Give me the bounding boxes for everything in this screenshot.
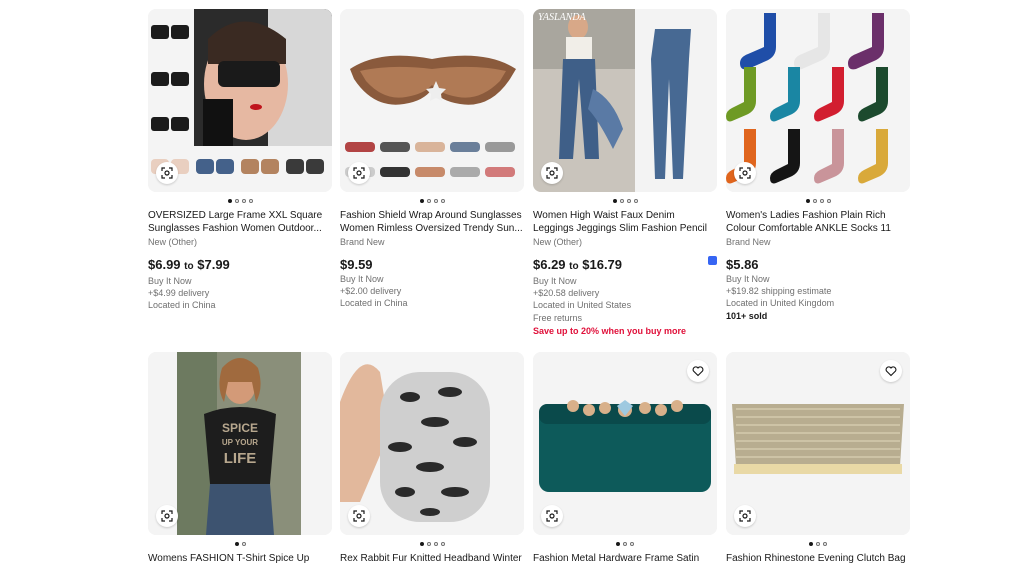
listing-title[interactable]: Fashion Metal Hardware Frame Satin Clutc… (533, 552, 717, 563)
listing-title[interactable]: Women's Ladies Fashion Plain Rich Colour… (726, 209, 910, 235)
camera-search-icon[interactable] (541, 505, 563, 527)
listing-card[interactable]: Rex Rabbit Fur Knitted Headband Winter (340, 352, 524, 563)
listing-promo[interactable]: Save up to 20% when you buy more (533, 325, 717, 337)
listing-price: $9.59 (340, 257, 373, 272)
listing-card[interactable]: OVERSIZED Large Frame XXL Square Sunglas… (148, 9, 332, 311)
image-carousel-dots[interactable] (533, 539, 717, 549)
listing-delivery: +$4.99 delivery (148, 288, 210, 298)
rhinestone-clutch-photo (726, 352, 910, 535)
shirt-print-text-2: UP YOUR (222, 438, 258, 447)
shirt-print-text-1: SPICE (222, 421, 258, 435)
denim-leggings-photo: YASLANDA (533, 9, 717, 192)
sponsored-badge-icon (708, 256, 717, 265)
listing-title[interactable]: Fashion Rhinestone Evening Clutch Bag (726, 552, 910, 563)
listing-condition: Brand New (726, 237, 771, 247)
camera-search-icon[interactable] (541, 162, 563, 184)
listing-title[interactable]: Womens FASHION T-Shirt Spice Up Your (148, 552, 332, 563)
image-carousel-dots[interactable] (340, 196, 524, 206)
listing-card[interactable]: Women's Ladies Fashion Plain Rich Colour… (726, 9, 910, 322)
listing-image[interactable] (533, 352, 717, 535)
image-carousel-dots[interactable] (726, 196, 910, 206)
listing-image[interactable] (340, 9, 524, 192)
listing-title[interactable]: Rex Rabbit Fur Knitted Headband Winter (340, 552, 524, 563)
camera-search-icon[interactable] (348, 505, 370, 527)
listing-sold-count: 101+ sold (726, 311, 768, 321)
listing-format: Buy It Now (148, 276, 192, 286)
satin-clutch-photo (533, 352, 717, 535)
listing-format: Buy It Now (726, 274, 770, 284)
listing-format: Buy It Now (340, 274, 384, 284)
listing-card[interactable]: YASLANDA Women High Waist Faux Denim Leg… (533, 9, 717, 337)
listing-location: Located in United States (533, 300, 632, 310)
listing-card[interactable]: Fashion Shield Wrap Around Sunglasses Wo… (340, 9, 524, 309)
listing-image[interactable] (148, 9, 332, 192)
listing-location: Located in United Kingdom (726, 298, 835, 308)
listing-card[interactable]: SPICE UP YOUR LIFE Womens FASHION T-Shir… (148, 352, 332, 563)
camera-search-icon[interactable] (734, 162, 756, 184)
listing-condition: New (Other) (148, 237, 198, 247)
listing-card[interactable]: Fashion Metal Hardware Frame Satin Clutc… (533, 352, 717, 563)
listing-image[interactable]: SPICE UP YOUR LIFE (148, 352, 332, 535)
camera-search-icon[interactable] (348, 162, 370, 184)
listing-title[interactable]: Fashion Shield Wrap Around Sunglasses Wo… (340, 209, 524, 235)
listing-image[interactable] (726, 9, 910, 192)
heart-icon[interactable] (687, 360, 709, 382)
listing-title[interactable]: Women High Waist Faux Denim Leggings Jeg… (533, 209, 717, 235)
camera-search-icon[interactable] (734, 505, 756, 527)
listing-delivery: +$19.82 shipping estimate (726, 286, 832, 296)
fur-headband-photo (340, 352, 524, 535)
image-carousel-dots[interactable] (148, 539, 332, 549)
listing-card[interactable]: Fashion Rhinestone Evening Clutch Bag (726, 352, 910, 563)
image-carousel-dots[interactable] (533, 196, 717, 206)
listing-format: Buy It Now (533, 276, 577, 286)
image-carousel-dots[interactable] (726, 539, 910, 549)
sunglasses-photo (148, 9, 332, 192)
shirt-print-text-3: LIFE (224, 450, 257, 467)
listing-location: Located in China (148, 300, 216, 310)
listing-delivery: +$2.00 delivery (340, 286, 402, 296)
camera-search-icon[interactable] (156, 505, 178, 527)
listing-location: Located in China (340, 298, 408, 308)
listing-image[interactable] (726, 352, 910, 535)
shield-sunglasses-photo (340, 9, 524, 192)
listing-delivery: +$20.58 delivery (533, 288, 600, 298)
listing-price: $6.29 to $16.79 (533, 257, 623, 272)
listing-condition: New (Other) (533, 237, 583, 247)
tshirt-photo: SPICE UP YOUR LIFE (148, 352, 332, 535)
listing-title[interactable]: OVERSIZED Large Frame XXL Square Sunglas… (148, 209, 332, 235)
listing-price: $5.86 (726, 257, 759, 272)
listing-condition: Brand New (340, 237, 385, 247)
listing-price: $6.99 to $7.99 (148, 257, 230, 272)
heart-icon[interactable] (880, 360, 902, 382)
listing-image[interactable] (340, 352, 524, 535)
camera-search-icon[interactable] (156, 162, 178, 184)
image-watermark-text: YASLANDA (538, 12, 587, 23)
image-carousel-dots[interactable] (340, 539, 524, 549)
listing-returns: Free returns (533, 313, 583, 323)
listing-image[interactable]: YASLANDA (533, 9, 717, 192)
image-carousel-dots[interactable] (148, 196, 332, 206)
socks-photo (726, 9, 910, 192)
